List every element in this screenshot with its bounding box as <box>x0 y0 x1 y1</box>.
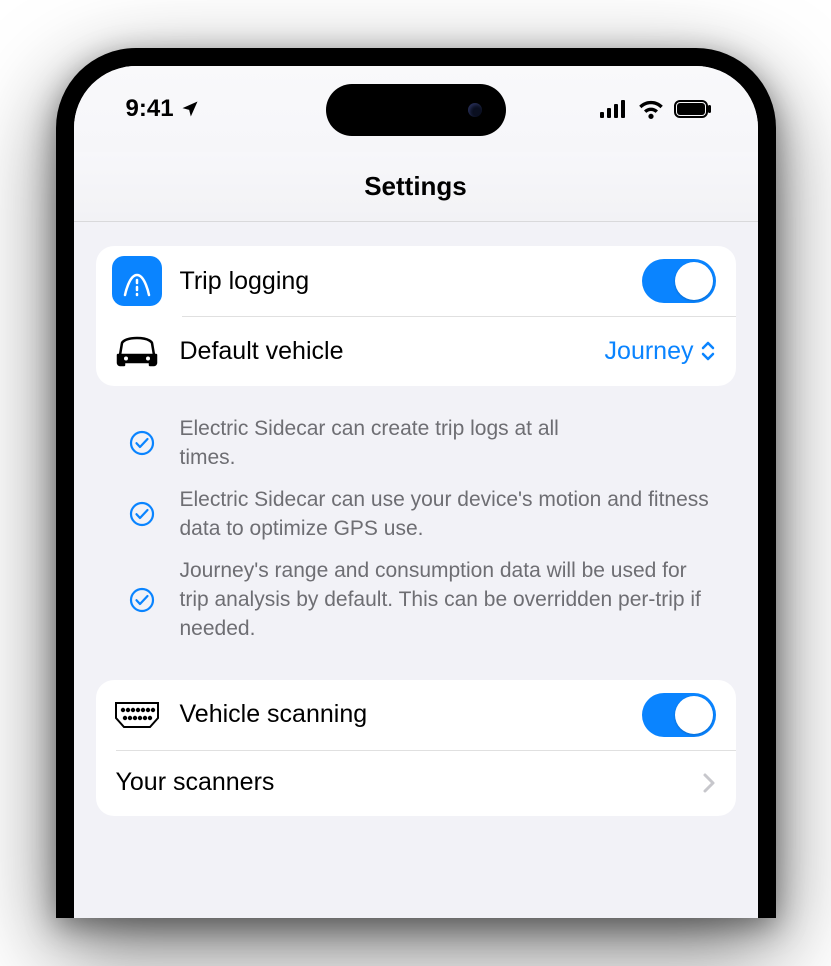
your-scanners-row[interactable]: Your scanners <box>96 750 736 816</box>
nav-bar: Settings <box>74 152 758 222</box>
your-scanners-label: Your scanners <box>116 768 684 797</box>
footer-item: Journey's range and consumption data wil… <box>128 550 718 650</box>
screen: 9:41 <box>74 66 758 918</box>
trip-logging-row[interactable]: Trip logging <box>96 246 736 316</box>
footer-text: Journey's range and consumption data wil… <box>180 556 718 644</box>
default-vehicle-row[interactable]: Default vehicle Journey <box>96 316 736 386</box>
location-icon <box>180 99 200 119</box>
footer-text: Electric Sidecar can create trip logs at… <box>180 414 560 473</box>
content: Trip logging Default vehicle J <box>74 222 758 816</box>
chevron-right-icon <box>702 772 716 794</box>
footer-item: Electric Sidecar can create trip logs at… <box>128 408 718 479</box>
cellular-icon <box>600 100 628 118</box>
check-icon <box>128 586 156 614</box>
wifi-icon <box>638 99 664 119</box>
obd-icon <box>112 690 162 740</box>
check-icon <box>128 500 156 528</box>
dynamic-island <box>326 84 506 136</box>
page-title: Settings <box>364 171 467 202</box>
chevron-updown-icon <box>700 340 716 362</box>
status-time: 9:41 <box>126 95 174 123</box>
default-vehicle-value[interactable]: Journey <box>605 337 716 366</box>
trip-logging-footer: Electric Sidecar can create trip logs at… <box>96 400 736 680</box>
battery-icon <box>674 100 712 118</box>
footer-text: Electric Sidecar can use your device's m… <box>180 485 718 544</box>
check-icon <box>128 429 156 457</box>
vehicle-scanning-label: Vehicle scanning <box>180 700 624 729</box>
trip-logging-label: Trip logging <box>180 267 624 296</box>
settings-group-trip: Trip logging Default vehicle J <box>96 246 736 386</box>
footer-item: Electric Sidecar can use your device's m… <box>128 479 718 550</box>
settings-group-scanning: Vehicle scanning Your scanners <box>96 680 736 816</box>
trip-logging-switch[interactable] <box>642 259 716 303</box>
trip-logging-icon <box>112 256 162 306</box>
default-vehicle-label: Default vehicle <box>180 337 587 366</box>
vehicle-scanning-row[interactable]: Vehicle scanning <box>96 680 736 750</box>
phone-frame: 9:41 <box>56 48 776 918</box>
car-icon <box>112 326 162 376</box>
vehicle-scanning-switch[interactable] <box>642 693 716 737</box>
